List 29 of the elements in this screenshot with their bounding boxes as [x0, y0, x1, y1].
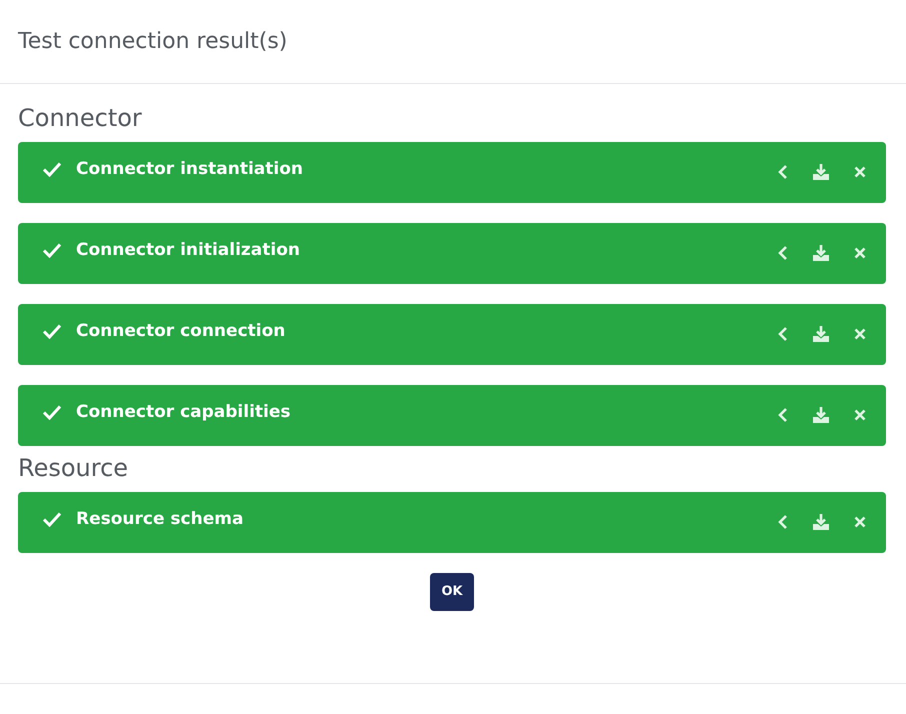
check-icon [42, 242, 62, 258]
download-icon[interactable] [812, 406, 830, 424]
close-icon[interactable] [854, 166, 866, 178]
check-icon [42, 323, 62, 340]
result-label: Connector instantiation [76, 159, 304, 180]
dialog-title: Test connection result(s) [18, 29, 288, 54]
result-label: Resource schema [76, 509, 244, 530]
result-label: Connector connection [76, 321, 286, 342]
download-icon[interactable] [812, 325, 830, 344]
expand-icon[interactable] [778, 164, 788, 180]
close-icon[interactable] [854, 516, 866, 528]
download-icon[interactable] [812, 513, 830, 532]
expand-icon[interactable] [778, 326, 788, 342]
close-icon[interactable] [854, 247, 866, 260]
expand-icon[interactable] [778, 245, 788, 262]
expand-icon[interactable] [778, 407, 788, 424]
download-icon[interactable] [812, 163, 830, 182]
ok-button[interactable]: OK [430, 572, 474, 611]
download-icon[interactable] [812, 244, 830, 262]
result-label: Connector capabilities [76, 402, 292, 422]
section-title: Connector [18, 104, 143, 133]
check-icon [42, 404, 62, 420]
check-icon [42, 161, 62, 178]
expand-icon[interactable] [778, 514, 788, 530]
close-icon[interactable] [854, 409, 866, 422]
section-title: Resource [18, 454, 130, 483]
check-icon [42, 511, 62, 528]
result-label: Connector initialization [76, 240, 302, 260]
close-icon[interactable] [854, 328, 866, 340]
